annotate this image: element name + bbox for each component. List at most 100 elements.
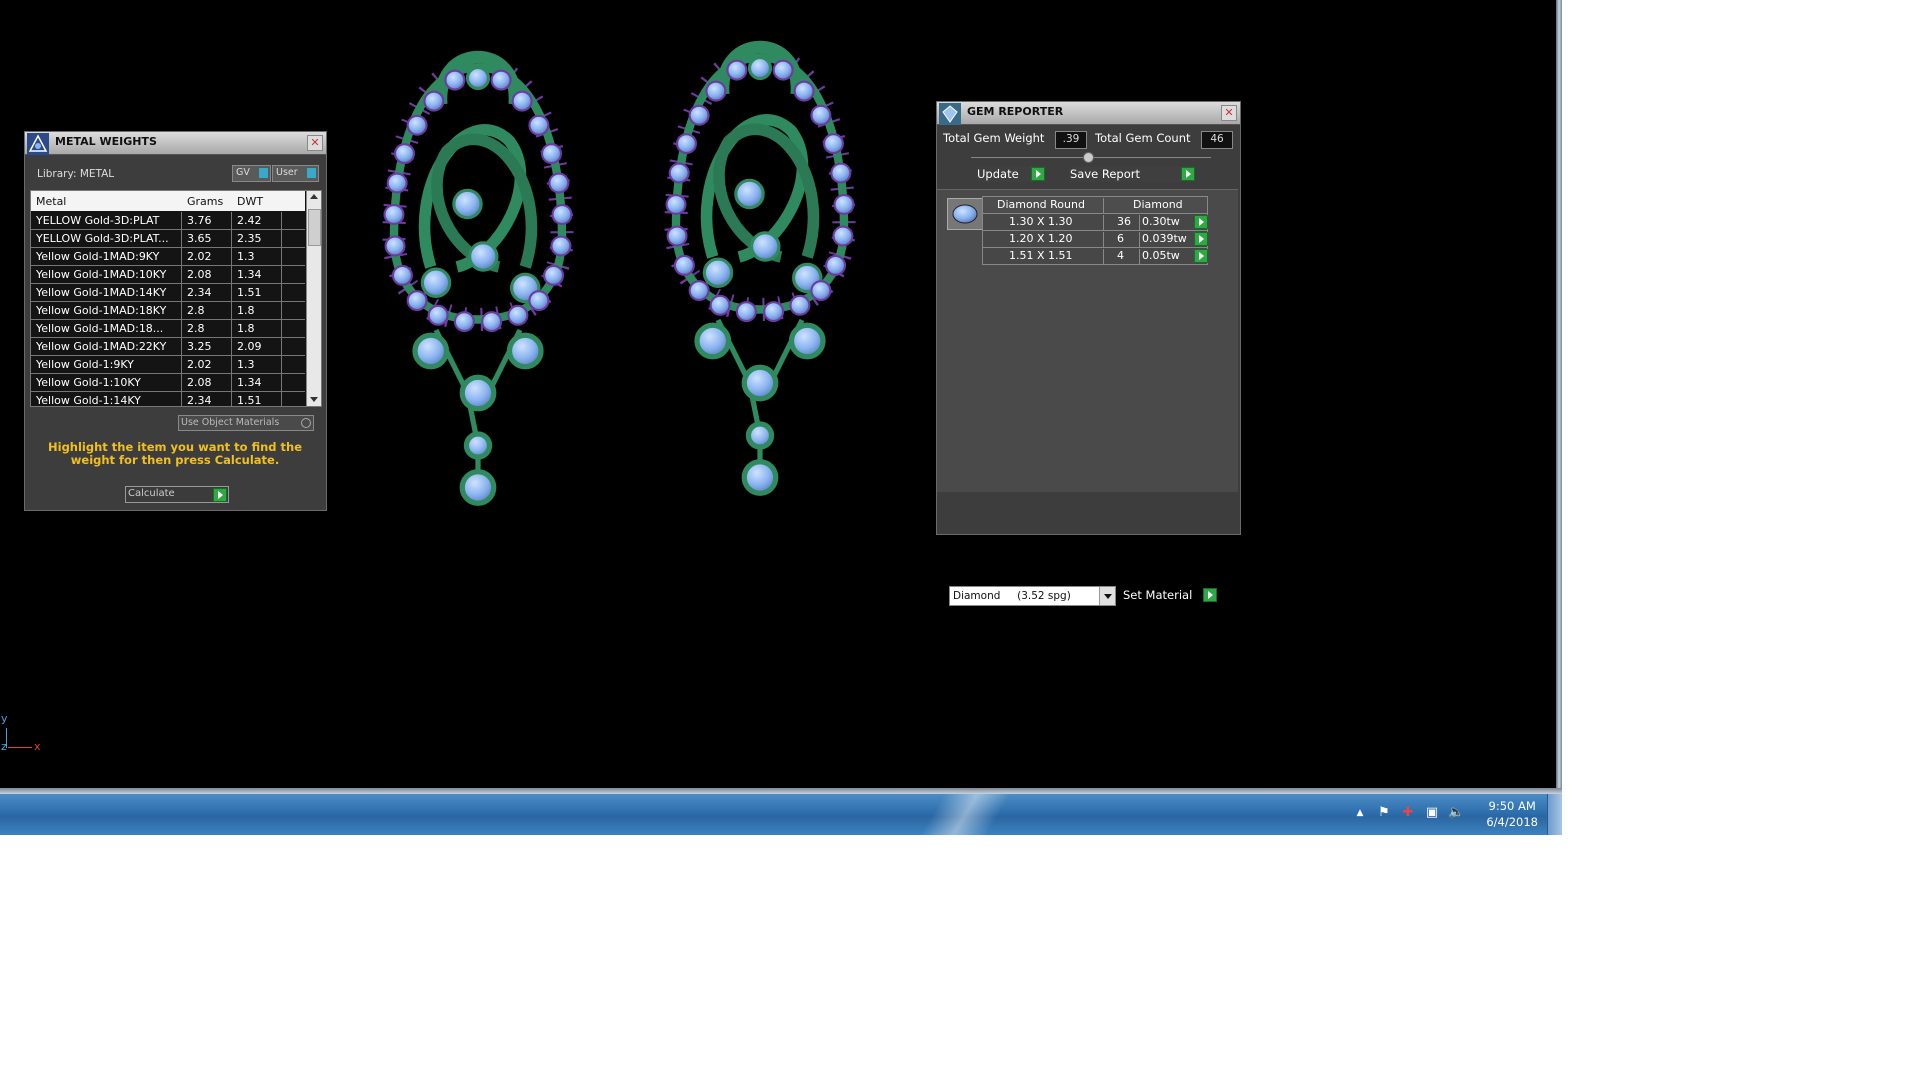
- col-metal: Metal: [36, 195, 67, 208]
- metal-weights-titlebar[interactable]: METAL WEIGHTS ✕: [25, 132, 326, 155]
- metal-row[interactable]: Yellow Gold-1MAD:18... 2.8 1.8: [31, 320, 305, 338]
- show-hidden-icons-icon[interactable]: ▲: [1352, 805, 1368, 821]
- grams-cell: 3.76: [187, 214, 212, 227]
- set-material-label: Set Material: [1123, 588, 1193, 602]
- save-report-button[interactable]: Save Report: [1070, 166, 1195, 182]
- volume-icon[interactable]: 🔈: [1448, 805, 1464, 821]
- metal-cell: Yellow Gold-1MAD:14KY: [36, 286, 167, 299]
- dwt-cell: 2.42: [237, 214, 262, 227]
- viewport-frame-right: [1556, 0, 1562, 835]
- go-arrow-icon[interactable]: [1194, 232, 1208, 246]
- go-arrow-icon: [1203, 588, 1217, 602]
- gem-reporter-title: GEM REPORTER: [967, 105, 1064, 118]
- update-button[interactable]: Update: [977, 166, 1045, 182]
- gem-weight-cell: 0.05tw: [1142, 249, 1180, 262]
- gv-button[interactable]: GV: [232, 165, 271, 182]
- axis-x-label: x: [34, 740, 41, 753]
- close-icon[interactable]: ✕: [307, 135, 323, 151]
- scroll-down-icon[interactable]: [310, 397, 318, 402]
- gem-reporter-panel: GEM REPORTER ✕ Total Gem Weight .39 Tota…: [936, 101, 1241, 606]
- metal-row[interactable]: Yellow Gold-1:14KY 2.34 1.51: [31, 392, 305, 407]
- col-diamond-round: Diamond Round: [997, 198, 1085, 211]
- go-arrow-icon: [213, 488, 227, 502]
- system-clock[interactable]: 9:50 AM 6/4/2018: [1486, 798, 1538, 830]
- total-gem-weight-value: .39: [1055, 131, 1087, 149]
- metal-row[interactable]: Yellow Gold-1MAD:9KY 2.02 1.3: [31, 248, 305, 266]
- metal-table-scrollbar[interactable]: [306, 191, 321, 406]
- go-arrow-icon[interactable]: [1194, 249, 1208, 263]
- gem-row[interactable]: 1.20 X 1.20 6 0.039tw: [982, 231, 1208, 248]
- axis-gizmo-x: [8, 747, 32, 748]
- metal-cell: Yellow Gold-1MAD:9KY: [36, 250, 160, 263]
- gem-rows: 1.30 X 1.30 36 0.30tw 1.20 X 1.20 6 0.039tw 1.…: [982, 214, 1208, 265]
- close-icon[interactable]: ✕: [1221, 105, 1237, 121]
- metal-table: Metal Grams DWT YELLOW Gold-3D:PLAT 3.76 2…: [30, 190, 322, 407]
- gem-row[interactable]: 1.30 X 1.30 36 0.30tw: [982, 214, 1208, 231]
- gem-table: Diamond Round Diamond 1.30 X 1.30 36 0.30t…: [982, 196, 1208, 265]
- grams-cell: 2.8: [187, 304, 205, 317]
- total-gem-count-label: Total Gem Count: [1095, 131, 1191, 145]
- metal-row[interactable]: Yellow Gold-1MAD:22KY 3.25 2.09: [31, 338, 305, 356]
- save-report-label: Save Report: [1070, 167, 1141, 181]
- dwt-cell: 1.8: [237, 304, 255, 317]
- metal-row[interactable]: Yellow Gold-1MAD:18KY 2.8 1.8: [31, 302, 305, 320]
- dwt-cell: 1.51: [237, 286, 262, 299]
- metal-weights-icon: [27, 133, 49, 155]
- show-desktop-button[interactable]: [1547, 794, 1562, 835]
- taskbar: ▲ ⚑ ✚ ▣ 🔈 9:50 AM 6/4/2018: [0, 794, 1562, 835]
- action-center-flag-icon[interactable]: ⚑: [1376, 805, 1392, 821]
- gv-label: GV: [236, 167, 250, 178]
- calculate-label: Calculate: [128, 488, 175, 499]
- grams-cell: 3.65: [187, 232, 212, 245]
- grams-cell: 2.34: [187, 394, 212, 407]
- user-button[interactable]: User: [272, 165, 319, 182]
- gem-row[interactable]: 1.51 X 1.51 4 0.05tw: [982, 248, 1208, 265]
- use-object-materials-label: Use Object Materials: [181, 417, 280, 428]
- clock-date: 6/4/2018: [1486, 815, 1538, 829]
- set-material-button[interactable]: Set Material: [1123, 588, 1217, 602]
- grams-cell: 2.08: [187, 268, 212, 281]
- metal-cell: Yellow Gold-1MAD:22KY: [36, 340, 167, 353]
- axis-y-label: y: [1, 712, 8, 725]
- grams-cell: 2.34: [187, 286, 212, 299]
- axis-gizmo: [6, 728, 7, 748]
- total-gem-count-value: 46: [1201, 131, 1233, 149]
- go-arrow-icon: [1181, 167, 1195, 181]
- col-diamond: Diamond: [1133, 198, 1183, 211]
- go-arrow-icon: [1031, 167, 1045, 181]
- security-shield-icon[interactable]: ✚: [1400, 805, 1416, 821]
- slider-knob[interactable]: [1083, 152, 1094, 163]
- metal-cell: YELLOW Gold-3D:PLAT: [36, 214, 160, 227]
- metal-row[interactable]: YELLOW Gold-3D:PLAT... 3.65 2.35: [31, 230, 305, 248]
- library-label: Library: METAL: [37, 168, 115, 180]
- material-select[interactable]: Diamond (3.52 spg): [949, 586, 1116, 606]
- metal-row[interactable]: Yellow Gold-1MAD:10KY 2.08 1.34: [31, 266, 305, 284]
- use-object-materials-toggle[interactable]: Use Object Materials: [178, 415, 314, 431]
- network-icon[interactable]: ▣: [1424, 805, 1440, 821]
- gem-size-cell: 1.30 X 1.30: [1009, 215, 1073, 228]
- diamond-round-icon: [947, 198, 983, 230]
- calculate-button[interactable]: Calculate: [125, 486, 229, 503]
- gem-table-header: Diamond Round Diamond: [982, 196, 1208, 214]
- go-arrow-icon[interactable]: [1194, 215, 1208, 229]
- clock-time: 9:50 AM: [1488, 799, 1536, 813]
- toggle-circle-icon: [301, 418, 311, 428]
- gem-reporter-titlebar[interactable]: GEM REPORTER ✕: [937, 102, 1240, 125]
- gem-count-cell: 4: [1117, 249, 1124, 262]
- metal-row[interactable]: Yellow Gold-1:9KY 2.02 1.3: [31, 356, 305, 374]
- user-indicator-icon: [307, 168, 316, 178]
- metal-cell: Yellow Gold-1:10KY: [36, 376, 141, 389]
- metal-row[interactable]: Yellow Gold-1MAD:14KY 2.34 1.51: [31, 284, 305, 302]
- gem-size-cell: 1.20 X 1.20: [1009, 232, 1073, 245]
- metal-cell: Yellow Gold-1MAD:10KY: [36, 268, 167, 281]
- scroll-up-icon[interactable]: [310, 194, 318, 199]
- gem-slider[interactable]: [971, 152, 1211, 163]
- metal-row[interactable]: YELLOW Gold-3D:PLAT 3.76 2.42: [31, 212, 305, 230]
- total-gem-weight-label: Total Gem Weight: [943, 131, 1045, 145]
- metal-weights-panel: METAL WEIGHTS ✕ Library: METAL GV User M…: [24, 131, 327, 511]
- metal-row[interactable]: Yellow Gold-1:10KY 2.08 1.34: [31, 374, 305, 392]
- chevron-down-icon[interactable]: [1099, 587, 1115, 605]
- 3d-viewport[interactable]: y z x METAL WEIGHTS ✕ Library: METAL GV …: [0, 0, 1556, 788]
- scroll-thumb[interactable]: [308, 209, 321, 246]
- metal-cell: Yellow Gold-1MAD:18KY: [36, 304, 167, 317]
